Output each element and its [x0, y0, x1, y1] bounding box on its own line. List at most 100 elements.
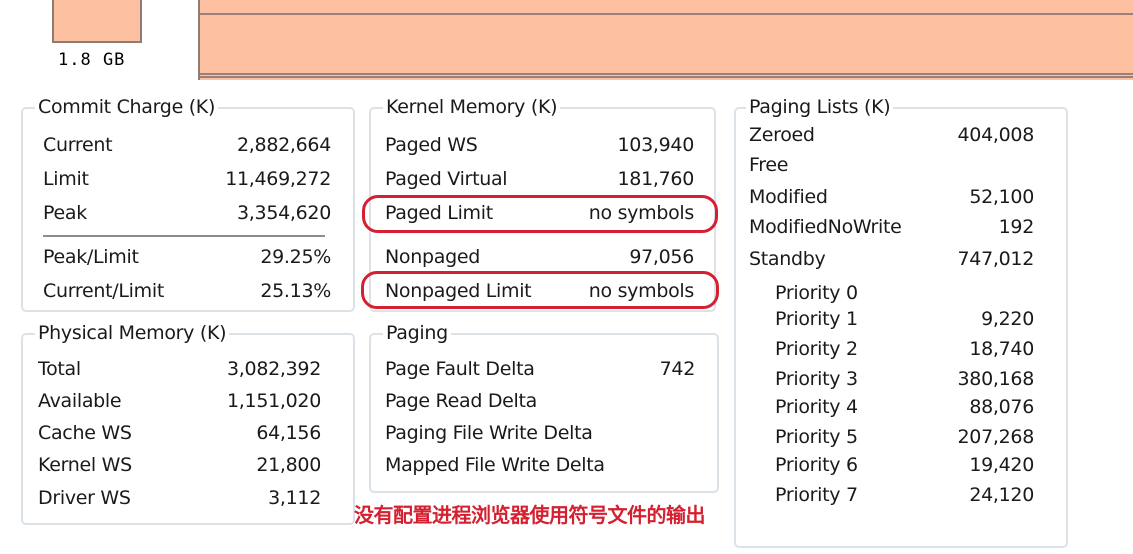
- row-value: 11,469,272: [225, 168, 331, 190]
- graph-line: [200, 13, 1133, 15]
- row-value: 3,354,620: [237, 202, 331, 224]
- priority-2-row: Priority 2 18,740: [736, 335, 1066, 363]
- annotation-text: 没有配置进程浏览器使用符号文件的输出: [354, 503, 706, 527]
- row-value: 3,082,392: [227, 358, 321, 380]
- row-value: no symbols: [588, 280, 695, 302]
- physical-memory-group: Physical Memory (K) Total 3,082,392 Avai…: [21, 322, 355, 525]
- row-label: Current: [43, 134, 113, 156]
- kernel-memory-group: Kernel Memory (K) Paged WS 103,940 Paged…: [369, 96, 716, 312]
- kernel-nonpaged-row: Nonpaged 97,056: [371, 243, 714, 271]
- row-value: 9,220: [981, 308, 1034, 330]
- kernel-paged-ws-row: Paged WS 103,940: [371, 131, 714, 159]
- row-value: 64,156: [256, 422, 321, 444]
- commit-history-graph: [198, 0, 1133, 80]
- row-label: Priority 3: [775, 368, 858, 390]
- physical-cache-ws-row: Cache WS 64,156: [23, 419, 353, 447]
- row-label: Modified: [749, 186, 828, 208]
- row-value: 3,112: [268, 487, 321, 509]
- row-value: 192: [998, 216, 1035, 238]
- row-label: Priority 4: [775, 396, 858, 418]
- row-value: 52,100: [969, 186, 1034, 208]
- kernel-nonpaged-limit-row: Nonpaged Limit no symbols: [371, 277, 714, 305]
- row-label: Paged WS: [385, 134, 478, 156]
- kernel-paged-virtual-row: Paged Virtual 181,760: [371, 165, 714, 193]
- physical-kernel-ws-row: Kernel WS 21,800: [23, 451, 353, 479]
- row-label: Mapped File Write Delta: [385, 454, 605, 476]
- row-value: 29.25%: [260, 246, 331, 268]
- row-label: Cache WS: [38, 422, 132, 444]
- commit-mini-graph: [52, 0, 142, 43]
- row-value: 24,120: [969, 484, 1034, 506]
- modified-row: Modified 52,100: [736, 183, 1066, 211]
- row-label: Current/Limit: [43, 280, 164, 302]
- zeroed-row: Zeroed 404,008: [736, 121, 1066, 149]
- peak-limit-row: Peak/Limit 29.25%: [23, 243, 353, 271]
- commit-peak-row: Peak 3,354,620: [23, 199, 353, 227]
- commit-charge-title: Commit Charge (K): [35, 96, 219, 118]
- commit-charge-group: Commit Charge (K) Current 2,882,664 Limi…: [21, 96, 355, 312]
- row-label: Paged Virtual: [385, 168, 508, 190]
- row-label: Peak: [43, 202, 87, 224]
- graph-line: [200, 76, 1133, 78]
- kernel-paged-limit-row: Paged Limit no symbols: [371, 199, 714, 227]
- row-label: ModifiedNoWrite: [749, 216, 902, 238]
- row-label: Priority 6: [775, 454, 858, 476]
- standby-row: Standby 747,012: [736, 245, 1066, 273]
- row-label: Nonpaged Limit: [385, 280, 532, 302]
- row-label: Paging File Write Delta: [385, 422, 593, 444]
- row-label: Priority 5: [775, 426, 858, 448]
- priority-0-row: Priority 0: [736, 279, 1066, 307]
- row-label: Driver WS: [38, 487, 131, 509]
- current-limit-row: Current/Limit 25.13%: [23, 277, 353, 305]
- row-label: Total: [38, 358, 81, 380]
- row-label: Standby: [749, 248, 826, 270]
- row-value: 1,151,020: [227, 390, 321, 412]
- paging-mapped-write-delta-row: Mapped File Write Delta: [371, 451, 717, 479]
- row-label: Priority 0: [775, 282, 858, 304]
- row-value: 380,168: [957, 368, 1035, 390]
- paging-fault-delta-row: Page Fault Delta 742: [371, 355, 717, 383]
- row-label: Priority 7: [775, 484, 858, 506]
- paging-file-write-delta-row: Paging File Write Delta: [371, 419, 717, 447]
- paging-lists-title: Paging Lists (K): [746, 96, 894, 118]
- physical-memory-title: Physical Memory (K): [35, 322, 230, 344]
- row-value: no symbols: [588, 202, 695, 224]
- kernel-memory-title: Kernel Memory (K): [383, 96, 561, 118]
- paging-read-delta-row: Page Read Delta: [371, 387, 717, 415]
- row-value: 207,268: [957, 426, 1035, 448]
- priority-4-row: Priority 4 88,076: [736, 393, 1066, 421]
- row-value: 181,760: [617, 168, 695, 190]
- row-label: Paged Limit: [385, 202, 493, 224]
- priority-3-row: Priority 3 380,168: [736, 365, 1066, 393]
- row-label: Free: [749, 154, 789, 176]
- modified-no-write-row: ModifiedNoWrite 192: [736, 213, 1066, 241]
- row-label: Kernel WS: [38, 454, 132, 476]
- commit-divider: [43, 235, 325, 237]
- commit-current-row: Current 2,882,664: [23, 131, 353, 159]
- row-value: 21,800: [256, 454, 321, 476]
- priority-1-row: Priority 1 9,220: [736, 305, 1066, 333]
- row-label: Page Read Delta: [385, 390, 538, 412]
- priority-6-row: Priority 6 19,420: [736, 451, 1066, 479]
- priority-7-row: Priority 7 24,120: [736, 481, 1066, 509]
- commit-limit-row: Limit 11,469,272: [23, 165, 353, 193]
- row-value: 97,056: [629, 246, 694, 268]
- physical-total-row: Total 3,082,392: [23, 355, 353, 383]
- free-row: Free: [736, 151, 1066, 179]
- row-value: 404,008: [957, 124, 1035, 146]
- row-value: 742: [659, 358, 696, 380]
- row-label: Peak/Limit: [43, 246, 139, 268]
- row-label: Priority 2: [775, 338, 858, 360]
- row-label: Priority 1: [775, 308, 858, 330]
- commit-mini-graph-label: 1.8 GB: [58, 50, 126, 70]
- priority-5-row: Priority 5 207,268: [736, 423, 1066, 451]
- paging-lists-group: Paging Lists (K) Zeroed 404,008 Free Mod…: [734, 96, 1068, 548]
- row-value: 2,882,664: [237, 134, 331, 156]
- row-label: Limit: [43, 168, 89, 190]
- row-label: Zeroed: [749, 124, 815, 146]
- physical-driver-ws-row: Driver WS 3,112: [23, 484, 353, 512]
- row-value: 88,076: [969, 396, 1034, 418]
- row-label: Page Fault Delta: [385, 358, 535, 380]
- row-value: 747,012: [957, 248, 1035, 270]
- paging-title: Paging: [383, 322, 451, 344]
